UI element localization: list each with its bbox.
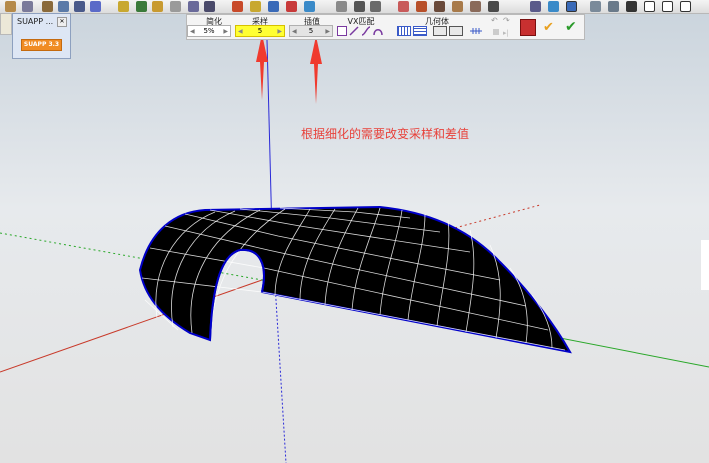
sampling-spinner[interactable]: ◀ 5 ▶ <box>235 25 285 37</box>
exit-icon[interactable] <box>520 19 536 36</box>
style-icon[interactable] <box>416 1 427 12</box>
select-icon[interactable] <box>74 1 85 12</box>
house-outline-icon-3[interactable] <box>680 1 691 12</box>
hash-icon[interactable] <box>469 26 483 36</box>
arrow-right-icon[interactable]: ▶ <box>223 28 228 35</box>
grid-icon[interactable] <box>397 26 411 36</box>
zoom-icon[interactable] <box>188 1 199 12</box>
line-icon[interactable] <box>349 26 359 36</box>
house-icon[interactable] <box>626 1 637 12</box>
rotate-icon[interactable] <box>136 1 147 12</box>
box-icon-2[interactable] <box>449 26 463 36</box>
sampling-value: 5 <box>257 27 263 35</box>
main-toolbar <box>0 0 709 14</box>
back-view-icon[interactable] <box>608 1 619 12</box>
confirm-icon[interactable]: ✔ <box>565 19 577 35</box>
suapp-window: SUAPP ... ✕ SUAPP 3.3 <box>12 13 71 59</box>
interpolation-value: 5 <box>308 27 314 35</box>
look-icon[interactable] <box>250 1 261 12</box>
top-view-icon[interactable] <box>566 1 577 12</box>
stripes-icon[interactable] <box>413 26 427 36</box>
pan-icon[interactable] <box>170 1 181 12</box>
box-icon[interactable] <box>433 26 447 36</box>
undo-icon[interactable]: ↶ <box>491 16 498 25</box>
layer-icon[interactable] <box>336 1 347 12</box>
iso-icon[interactable] <box>548 1 559 12</box>
pencil-icon[interactable] <box>42 1 53 12</box>
interpolation-spinner[interactable]: ◀ 5 ▶ <box>289 25 333 37</box>
equals-icon[interactable] <box>337 26 347 36</box>
section-icon[interactable] <box>268 1 279 12</box>
arrow-left-icon[interactable]: ◀ <box>190 28 195 35</box>
house-outline-icon-2[interactable] <box>662 1 673 12</box>
close-icon[interactable]: ✕ <box>57 17 67 27</box>
side-tab[interactable] <box>0 13 12 35</box>
material-icon[interactable] <box>304 1 315 12</box>
front-view-icon[interactable] <box>590 1 601 12</box>
step-icon[interactable]: ▸| <box>503 29 509 37</box>
shadow-icon[interactable] <box>370 1 381 12</box>
paint-bucket-icon[interactable] <box>470 1 481 12</box>
apply-icon[interactable]: ✔ <box>543 20 554 35</box>
walk-icon[interactable] <box>232 1 243 12</box>
simplify-value: 5% <box>203 27 215 35</box>
arrow-left-icon[interactable]: ◀ <box>238 28 243 35</box>
panel-edge <box>701 240 709 290</box>
suapp-button[interactable]: SUAPP 3.3 <box>21 39 62 51</box>
3d-viewport[interactable] <box>0 0 709 463</box>
eraser-icon[interactable] <box>22 1 33 12</box>
house-outline-icon[interactable] <box>644 1 655 12</box>
component-icon[interactable] <box>286 1 297 12</box>
solid-icon[interactable] <box>488 1 499 12</box>
simplify-spinner[interactable]: ◀ 5% ▶ <box>187 25 231 37</box>
push-pull-icon[interactable] <box>90 1 101 12</box>
arrow-right-icon[interactable]: ▶ <box>277 28 282 35</box>
suapp-window-title: SUAPP ... <box>17 17 54 26</box>
arc-curve-icon[interactable] <box>373 26 383 36</box>
curve-icon[interactable] <box>361 26 371 36</box>
zoom-extents-icon[interactable] <box>204 1 215 12</box>
fog-icon[interactable] <box>434 1 445 12</box>
paint-icon[interactable] <box>5 1 16 12</box>
scene-icon[interactable] <box>354 1 365 12</box>
plugin-toolbar: 简化 ◀ 5% ▶ 采样 ◀ 5 ▶ 插值 ◀ 5 ▶ VX匹配 几何体 ↶ ↷… <box>186 14 585 40</box>
annotation-text: 根据细化的需要改变采样和差值 <box>301 127 470 141</box>
redo-icon[interactable]: ↷ <box>503 16 510 25</box>
arc-icon[interactable] <box>58 1 69 12</box>
xray-icon[interactable] <box>398 1 409 12</box>
axes-icon[interactable] <box>530 1 541 12</box>
arrow-right-icon[interactable]: ▶ <box>325 28 330 35</box>
arrow-left-icon[interactable]: ◀ <box>292 28 297 35</box>
orbit-icon[interactable] <box>152 1 163 12</box>
move-icon[interactable] <box>118 1 129 12</box>
texture-icon[interactable] <box>452 1 463 12</box>
stop-icon[interactable] <box>493 29 499 35</box>
